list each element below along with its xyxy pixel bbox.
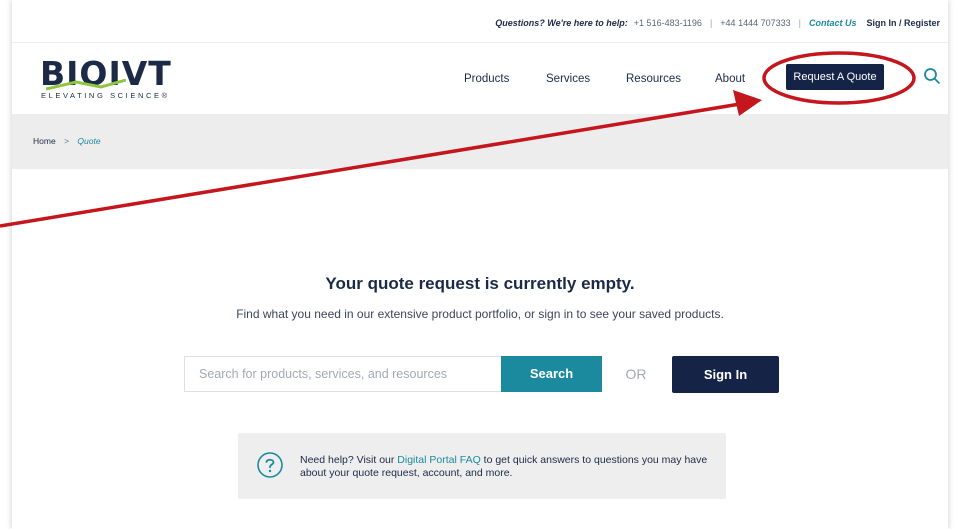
search-icon[interactable] [923,67,941,85]
request-quote-button[interactable]: Request A Quote [786,64,884,90]
digital-portal-faq-link[interactable]: Digital Portal FAQ [397,454,480,466]
divider: | [709,18,713,28]
contact-us-link[interactable]: Contact Us [809,18,857,28]
divider: | [798,18,801,28]
sign-in-button[interactable]: Sign In [672,356,779,393]
logo-tagline: ELEVATING SCIENCE® [41,91,170,100]
sign-in-register-link[interactable]: Sign In / Register [866,18,940,28]
nav-resources[interactable]: Resources [626,67,681,91]
nav-services[interactable]: Services [546,67,590,91]
site-header: BIOIVT ELEVATING SCIENCE® Products Servi… [12,42,948,115]
page-subtitle: Find what you need in our extensive prod… [236,307,724,321]
nav-about[interactable]: About [715,67,745,91]
help-question-label: Questions? We're here to help: [495,18,628,28]
utility-bar: Questions? We're here to help: +1 516-48… [12,12,948,34]
page-title: Your quote request is currently empty. [325,274,635,293]
search-button[interactable]: Search [501,356,602,392]
or-label: OR [625,366,647,382]
breadcrumb-current: Quote [77,136,101,146]
help-text-prefix: Need help? Visit our [300,454,398,466]
breadcrumb-separator: > [64,136,70,146]
search-input[interactable] [184,356,501,392]
breadcrumb-home[interactable]: Home [33,136,56,146]
breadcrumb: Home > Quote [12,114,948,169]
phone-uk[interactable]: +44 1444 707333 [720,18,790,28]
phone-us[interactable]: +1 516-483-1196 [634,18,702,28]
help-text: Need help? Visit our Digital Portal FAQ … [300,454,710,480]
question-circle-icon [257,452,283,478]
help-callout: Need help? Visit our Digital Portal FAQ … [238,433,726,499]
page-container: Questions? We're here to help: +1 516-48… [12,0,948,529]
nav-products[interactable]: Products [464,67,509,91]
